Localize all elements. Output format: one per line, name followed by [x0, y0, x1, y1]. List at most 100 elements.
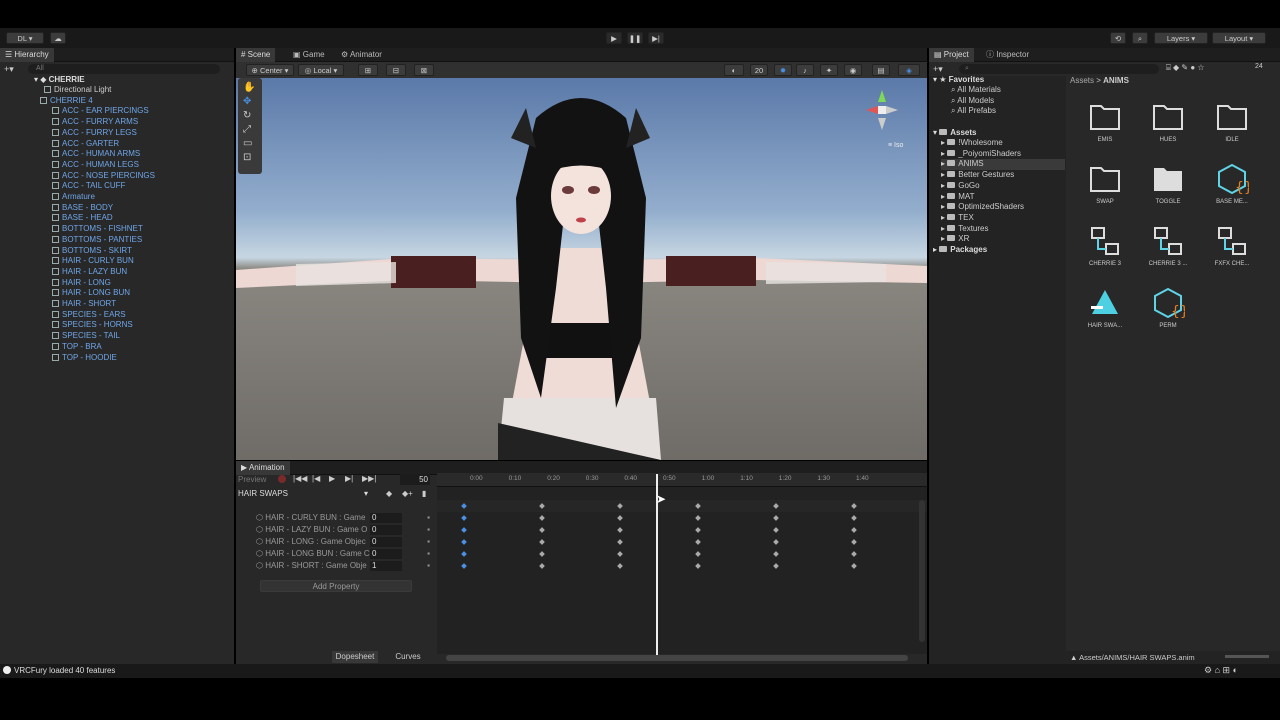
- layout-dropdown[interactable]: Layout ▾: [1212, 32, 1266, 44]
- orientation-gizmo[interactable]: [864, 88, 900, 132]
- move-tool-icon[interactable]: ✥: [243, 96, 251, 107]
- snap-icon[interactable]: ⊟: [386, 64, 406, 76]
- property-value[interactable]: 0: [370, 513, 402, 523]
- hierarchy-item[interactable]: Armature: [52, 192, 95, 203]
- hierarchy-item[interactable]: BASE - BODY: [52, 203, 113, 214]
- curves-tab[interactable]: Curves: [386, 651, 430, 663]
- asset-folder-item[interactable]: ▸ TEX: [941, 213, 974, 224]
- asset-item[interactable]: {} PERM: [1140, 286, 1196, 329]
- rotate-tool-icon[interactable]: ↻: [243, 110, 251, 121]
- create-icon[interactable]: +▾: [933, 64, 943, 75]
- next-keyframe-button[interactable]: ▶|: [345, 474, 353, 483]
- favorite-item[interactable]: ⌕ All Prefabs: [951, 106, 996, 117]
- visibility-icon[interactable]: ◉: [844, 64, 862, 76]
- hierarchy-item[interactable]: HAIR - CURLY BUN: [52, 256, 134, 267]
- tab-game[interactable]: ▣ Game: [288, 48, 330, 62]
- asset-folder-item[interactable]: ▸ GoGo: [941, 181, 980, 192]
- asset-folder-item[interactable]: ▸ _PoiyomiShaders: [941, 149, 1021, 160]
- filter-icons[interactable]: ⌸ ◆ ✎ ● ☆: [1166, 63, 1205, 73]
- property-menu-icon[interactable]: ▪: [427, 524, 430, 536]
- property-menu-icon[interactable]: ▪: [427, 512, 430, 524]
- asset-item[interactable]: CHERRIE 3: [1077, 224, 1133, 267]
- hierarchy-item[interactable]: ACC - HUMAN ARMS: [52, 149, 140, 160]
- hierarchy-item[interactable]: ACC - GARTER: [52, 139, 119, 150]
- dopesheet-tab[interactable]: Dopesheet: [332, 651, 378, 663]
- add-icon[interactable]: +▾: [4, 64, 16, 74]
- transform-tool-icon[interactable]: ⊡: [243, 152, 251, 163]
- property-row[interactable]: ⬡ HAIR - CURLY BUN : Game 0 ▪: [238, 512, 434, 524]
- space-dropdown[interactable]: ◎ Local ▾: [298, 64, 344, 76]
- property-menu-icon[interactable]: ▪: [427, 560, 430, 572]
- grid-icon[interactable]: ⊞: [358, 64, 378, 76]
- hand-tool-icon[interactable]: ✋: [243, 82, 255, 93]
- hierarchy-item[interactable]: HAIR - SHORT: [52, 299, 116, 310]
- hierarchy-item[interactable]: ACC - TAIL CUFF: [52, 181, 125, 192]
- asset-item[interactable]: HUES: [1140, 100, 1196, 143]
- asset-folder-item[interactable]: ▸ XR: [941, 234, 969, 245]
- scene-viewport[interactable]: ≡ Iso: [236, 78, 927, 460]
- first-keyframe-button[interactable]: |◀◀: [293, 474, 307, 483]
- clip-dropdown[interactable]: HAIR SWAPS ▾: [238, 489, 370, 498]
- asset-folder-item[interactable]: ▸ Better Gestures: [941, 170, 1014, 181]
- property-row[interactable]: ⬡ HAIR - LONG : Game Objec 0 ▪: [238, 536, 434, 548]
- assets-header[interactable]: ▾ Assets: [933, 128, 977, 137]
- hierarchy-item[interactable]: HAIR - LONG: [52, 278, 111, 289]
- projection-label[interactable]: ≡ Iso: [888, 142, 903, 149]
- event-marker-icon[interactable]: ▮: [422, 489, 426, 498]
- property-value[interactable]: 1: [370, 561, 402, 571]
- hierarchy-item[interactable]: ACC - FURRY LEGS: [52, 128, 137, 139]
- asset-folder-item[interactable]: ▸ MAT: [941, 192, 975, 203]
- favorite-item[interactable]: ⌕ All Models: [951, 96, 994, 107]
- horizontal-scrollbar[interactable]: [446, 655, 908, 661]
- packages-header[interactable]: ▸ Packages: [933, 245, 987, 254]
- favorites-header[interactable]: ▾ ★ Favorites: [933, 75, 984, 84]
- record-button[interactable]: [278, 475, 286, 483]
- asset-folder-item[interactable]: ▸ OptimizedShaders: [941, 202, 1024, 213]
- zoom-slider[interactable]: [1225, 655, 1269, 658]
- account-dropdown[interactable]: DL ▾: [6, 32, 44, 44]
- cloud-icon[interactable]: ☁: [50, 32, 66, 44]
- asset-folder-item[interactable]: ▸ Textures: [941, 224, 988, 235]
- tab-hierarchy[interactable]: ☰ Hierarchy: [0, 48, 54, 62]
- property-value[interactable]: 0: [370, 549, 402, 559]
- hierarchy-search-input[interactable]: All: [28, 64, 220, 74]
- hierarchy-item[interactable]: ACC - HUMAN LEGS: [52, 160, 139, 171]
- project-search-input[interactable]: ⌕: [959, 64, 1159, 74]
- prev-keyframe-button[interactable]: |◀: [312, 474, 320, 483]
- audio-icon[interactable]: ♪: [796, 64, 814, 76]
- shading-icon[interactable]: ◐: [724, 64, 744, 76]
- hierarchy-item[interactable]: ACC - EAR PIERCINGS: [52, 106, 149, 117]
- frame-input[interactable]: 50: [400, 474, 430, 485]
- pivot-dropdown[interactable]: ⊕ Center ▾: [246, 64, 294, 76]
- tab-inspector[interactable]: ⓘ Inspector: [981, 48, 1034, 62]
- asset-folder-item[interactable]: ▸ !Wholesome: [941, 138, 1003, 149]
- play-button[interactable]: ▶: [606, 32, 622, 44]
- hierarchy-item[interactable]: BASE - HEAD: [52, 213, 113, 224]
- status-icons[interactable]: ⚙ ⌂ ⊞ ◐: [1204, 665, 1238, 676]
- tab-scene[interactable]: # Scene: [236, 48, 276, 62]
- property-row[interactable]: ⬡ HAIR - LONG BUN : Game C 0 ▪: [238, 548, 434, 560]
- asset-item[interactable]: EMIS: [1077, 100, 1133, 143]
- status-message[interactable]: VRCFury loaded 40 features: [14, 666, 115, 675]
- property-row[interactable]: ⬡ HAIR - SHORT : Game Obje 1 ▪: [238, 560, 434, 572]
- property-row[interactable]: ⬡ HAIR - LAZY BUN : Game O 0 ▪: [238, 524, 434, 536]
- asset-item[interactable]: {} BASE ME...: [1204, 162, 1260, 205]
- scale-tool-icon[interactable]: ⤢: [243, 124, 251, 135]
- hierarchy-item[interactable]: SPECIES - HORNS: [52, 320, 133, 331]
- hierarchy-item[interactable]: ACC - FURRY ARMS: [52, 117, 138, 128]
- effects-icon[interactable]: ✦: [820, 64, 838, 76]
- add-keyframe-icon[interactable]: ◆: [386, 489, 392, 498]
- asset-item[interactable]: FXFX CHE...: [1204, 224, 1260, 267]
- hierarchy-item[interactable]: ACC - NOSE PIERCINGS: [52, 171, 155, 182]
- camera-icon[interactable]: ▤: [872, 64, 890, 76]
- tab-animator[interactable]: ⚙ Animator: [336, 48, 387, 62]
- gizmos-icon[interactable]: ◈: [898, 64, 920, 76]
- step-button[interactable]: ▶|: [648, 32, 664, 44]
- hierarchy-item[interactable]: HAIR - LAZY BUN: [52, 267, 127, 278]
- last-keyframe-button[interactable]: ▶▶|: [362, 474, 376, 483]
- breadcrumb-assets[interactable]: Assets: [1070, 76, 1094, 85]
- asset-item[interactable]: HAIR SWA...: [1077, 286, 1133, 329]
- hierarchy-item[interactable]: BOTTOMS - FISHNET: [52, 224, 143, 235]
- add-event-icon[interactable]: ◆+: [402, 489, 413, 498]
- asset-item[interactable]: TOGGLE: [1140, 162, 1196, 205]
